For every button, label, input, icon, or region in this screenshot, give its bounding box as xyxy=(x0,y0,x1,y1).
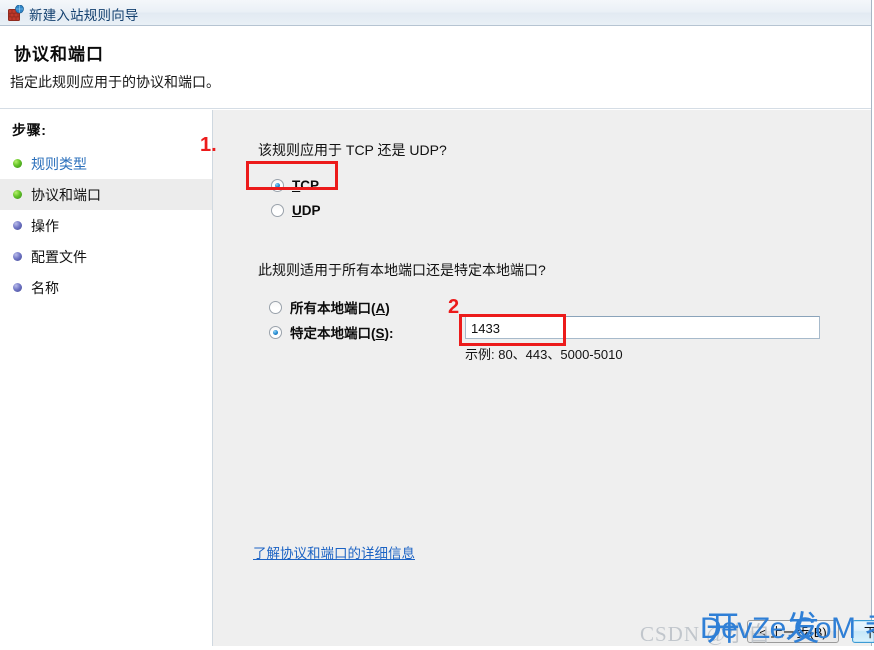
sidebar-item-profile[interactable]: 配置文件 xyxy=(0,241,212,272)
radio-all-local-ports-label: 所有本地端口(A) xyxy=(290,301,390,316)
sidebar-item-protocol-and-ports[interactable]: 协议和端口 xyxy=(0,179,212,210)
port-example-hint: 示例: 80、443、5000-5010 xyxy=(465,347,623,362)
sidebar-item-rule-type[interactable]: 规则类型 xyxy=(0,148,212,179)
steps-list: 规则类型 协议和端口 操作 配置文件 名称 xyxy=(0,148,212,303)
step-bullet-green-icon xyxy=(13,159,22,168)
radio-udp-label: UDP xyxy=(292,203,321,218)
specific-ports-input[interactable] xyxy=(465,316,820,339)
radio-button-icon[interactable] xyxy=(271,204,284,217)
radio-all-local-ports[interactable]: 所有本地端口(A) xyxy=(269,297,390,317)
sidebar-item-label: 协议和端口 xyxy=(31,186,101,203)
sidebar-item-label: 操作 xyxy=(31,217,59,234)
protocol-question-label: 该规则应用于 TCP 还是 UDP? xyxy=(258,142,447,158)
content-pane: 该规则应用于 TCP 还是 UDP? TCP UDP 此规则适用于所有本地端口还… xyxy=(213,110,874,646)
radio-tcp[interactable]: TCP xyxy=(271,178,319,193)
radio-button-icon[interactable] xyxy=(269,300,282,314)
step-bullet-blue-icon xyxy=(13,252,22,261)
window-title: 新建入站规则向导 xyxy=(29,8,139,23)
firewall-brick-icon xyxy=(8,4,24,21)
sidebar-item-label: 配置文件 xyxy=(31,248,87,265)
sidebar-item-action[interactable]: 操作 xyxy=(0,210,212,241)
radio-udp[interactable]: UDP xyxy=(271,203,321,218)
title-bar: 新建入站规则向导 xyxy=(0,0,871,26)
sidebar-item-label: 规则类型 xyxy=(31,155,87,172)
steps-sidebar: 步骤: 规则类型 协议和端口 操作 配置文件 名称 xyxy=(0,110,213,646)
radio-specific-local-ports-label: 特定本地端口(S): xyxy=(290,326,394,341)
radio-button-icon[interactable] xyxy=(269,325,282,339)
steps-heading: 步骤: xyxy=(12,122,47,138)
learn-more-link[interactable]: 了解协议和端口的详细信息 xyxy=(253,542,415,562)
sidebar-item-label: 名称 xyxy=(31,279,59,296)
sidebar-item-name[interactable]: 名称 xyxy=(0,272,212,303)
ports-question-label: 此规则适用于所有本地端口还是特定本地端口? xyxy=(258,262,546,278)
radio-specific-local-ports[interactable]: 特定本地端口(S): xyxy=(269,322,394,342)
dialog-body: 步骤: 规则类型 协议和端口 操作 配置文件 名称 该规则应用于 TCP 还是 … xyxy=(0,110,874,646)
next-button[interactable]: 下一步(N) > xyxy=(852,620,874,643)
back-button[interactable]: < 上一步(B) xyxy=(747,620,839,643)
new-inbound-rule-wizard-dialog: 新建入站规则向导 协议和端口 指定此规则应用于的协议和端口。 步骤: 规则类型 … xyxy=(0,0,874,646)
page-title: 协议和端口 xyxy=(14,45,104,64)
step-bullet-blue-icon xyxy=(13,283,22,292)
dialog-footer: < 上一步(B) 下一步(N) > 取消 xyxy=(213,598,874,646)
page-subtitle: 指定此规则应用于的协议和端口。 xyxy=(10,74,220,90)
step-bullet-green-icon xyxy=(13,190,22,199)
step-bullet-blue-icon xyxy=(13,221,22,230)
radio-tcp-label: TCP xyxy=(292,178,320,193)
page-header: 协议和端口 指定此规则应用于的协议和端口。 xyxy=(0,26,871,109)
radio-button-icon[interactable] xyxy=(271,179,284,192)
